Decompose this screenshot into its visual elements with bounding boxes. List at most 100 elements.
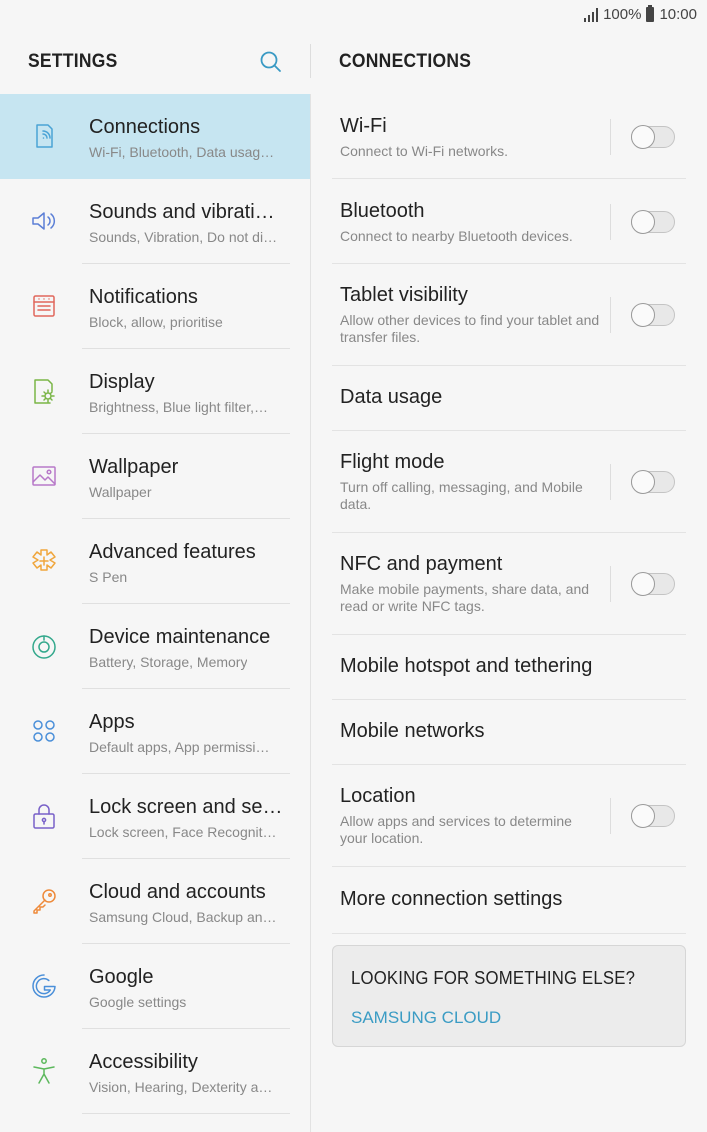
battery-icon [646, 5, 655, 22]
setting-title: Bluetooth [340, 200, 425, 222]
toggle-knob [631, 303, 655, 327]
setting-description: Connect to nearby Bluetooth devices. [340, 228, 573, 244]
connections-icon [36, 124, 53, 148]
bluetooth-toggle[interactable] [631, 210, 675, 234]
flight-mode-toggle[interactable] [631, 470, 675, 494]
sidebar-item-title: Google [89, 966, 154, 988]
settings-category-list: Connections Wi-Fi, Bluetooth, Data usag… S… [0, 94, 310, 1114]
sidebar-item-advanced-features[interactable]: Advanced features S Pen [0, 519, 310, 604]
setting-description: Allow apps and services to determine you… [340, 813, 572, 846]
setting-nfc-and-payment[interactable]: NFC and payment Make mobile payments, sha… [332, 533, 686, 635]
sidebar-item-lock-screen-and-se[interactable]: Lock screen and se… Lock screen, Face Rec… [0, 774, 310, 859]
sidebar-item-title: Wallpaper [89, 456, 179, 478]
setting-title: Flight mode [340, 451, 445, 473]
suggestion-card-title: LOOKING FOR SOMETHING ELSE? [351, 968, 636, 988]
advanced-features-icon [32, 549, 56, 571]
sidebar-item-sounds-and-vibrati[interactable]: Sounds and vibrati… Sounds, Vibration, Do… [0, 179, 310, 264]
clock: 10:00 [659, 6, 697, 23]
signal-icon [584, 7, 599, 22]
setting-title: Mobile hotspot and tethering [340, 655, 593, 677]
setting-mobile-hotspot-and-tethering[interactable]: Mobile hotspot and tethering [332, 635, 686, 700]
sidebar-item-subtitle: Vision, Hearing, Dexterity a… [89, 1079, 273, 1095]
wi-fi-toggle[interactable] [631, 125, 675, 149]
key-icon [33, 889, 56, 914]
sidebar-item-wallpaper[interactable]: Wallpaper Wallpaper [0, 434, 310, 519]
suggestion-card: LOOKING FOR SOMETHING ELSE? SAMSUNG CLOU… [332, 945, 686, 1047]
sidebar-item-title: Display [89, 371, 155, 393]
sidebar-item-subtitle: Block, allow, prioritise [89, 314, 223, 330]
battery-percent: 100% [603, 6, 642, 23]
setting-title: Data usage [340, 386, 443, 408]
samsung-cloud-link[interactable]: SAMSUNG CLOUD [351, 1008, 501, 1028]
sidebar-item-cloud-and-accounts[interactable]: Cloud and accounts Samsung Cloud, Backup … [0, 859, 310, 944]
setting-tablet-visibility[interactable]: Tablet visibility Allow other devices to … [332, 264, 686, 366]
settings-header: SETTINGS [0, 32, 310, 94]
sidebar-item-subtitle: Brightness, Blue light filter,… [89, 399, 268, 415]
status-indicators: 100% 10:00 [584, 5, 697, 23]
sidebar-item-notifications[interactable]: Notifications Block, allow, prioritise [0, 264, 310, 349]
setting-title: NFC and payment [340, 553, 503, 575]
setting-description: Allow other devices to find your tablet … [340, 312, 600, 345]
toggle-knob [631, 210, 655, 234]
sidebar-item-subtitle: Sounds, Vibration, Do not di… [89, 229, 278, 245]
sidebar-item-subtitle: Samsung Cloud, Backup an… [89, 909, 277, 925]
sidebar-item-connections[interactable]: Connections Wi-Fi, Bluetooth, Data usag… [0, 94, 310, 179]
setting-mobile-networks[interactable]: Mobile networks [332, 700, 686, 765]
setting-flight-mode[interactable]: Flight mode Turn off calling, messaging, … [332, 431, 686, 533]
sidebar-item-title: Lock screen and se… [89, 796, 283, 818]
sidebar-item-subtitle: Wi-Fi, Bluetooth, Data usag… [89, 144, 275, 160]
setting-more-connection-settings[interactable]: More connection settings [332, 867, 686, 934]
sidebar-item-google[interactable]: Google Google settings [0, 944, 310, 1029]
sidebar-item-title: Sounds and vibrati… [89, 201, 275, 223]
sidebar-item-title: Device maintenance [89, 626, 271, 648]
sidebar-item-subtitle: S Pen [89, 569, 128, 585]
settings-title: SETTINGS [28, 51, 118, 72]
sidebar-item-title: Accessibility [89, 1051, 198, 1073]
setting-title: Wi-Fi [340, 115, 387, 137]
google-icon [32, 974, 56, 998]
tablet-visibility-toggle[interactable] [631, 303, 675, 327]
nfc-and-payment-toggle[interactable] [631, 572, 675, 596]
setting-title: Mobile networks [340, 720, 485, 742]
sidebar-item-title: Connections [89, 116, 201, 138]
status-bar: 100% 10:00 [0, 0, 707, 32]
header-divider [310, 44, 311, 78]
setting-description: Connect to Wi-Fi networks. [340, 143, 509, 159]
setting-description: Make mobile payments, share data, and re… [340, 581, 590, 614]
speaker-icon [32, 212, 56, 230]
sidebar-item-title: Advanced features [89, 541, 256, 563]
toggle-knob [631, 804, 655, 828]
sidebar-item-subtitle: Wallpaper [89, 484, 152, 500]
setting-description: Turn off calling, messaging, and Mobile … [340, 479, 583, 512]
setting-wi-fi[interactable]: Wi-Fi Connect to Wi-Fi networks. [332, 94, 686, 179]
connections-title: CONNECTIONS [339, 51, 472, 72]
setting-title: Location [340, 785, 416, 807]
setting-title: More connection settings [340, 888, 563, 910]
toggle-divider [610, 566, 611, 602]
setting-bluetooth[interactable]: Bluetooth Connect to nearby Bluetooth dev… [332, 179, 686, 264]
toggle-knob [631, 470, 655, 494]
lock-icon [33, 804, 55, 829]
sidebar-item-subtitle: Lock screen, Face Recognit… [89, 824, 277, 840]
connections-settings-list: Wi-Fi Connect to Wi-Fi networks. Bluetooth… [332, 94, 686, 934]
notifications-icon [33, 295, 55, 317]
sidebar-item-display[interactable]: Display Brightness, Blue light filter,… [0, 349, 310, 434]
toggle-divider [610, 798, 611, 834]
apps-icon [33, 720, 55, 742]
toggle-divider [610, 204, 611, 240]
sidebar-item-subtitle: Battery, Storage, Memory [89, 654, 248, 670]
sidebar-item-device-maintenance[interactable]: Device maintenance Battery, Storage, Memo… [0, 604, 310, 689]
sidebar-item-apps[interactable]: Apps Default apps, App permissi… [0, 689, 310, 774]
sidebar-item-subtitle: Default apps, App permissi… [89, 739, 270, 755]
location-toggle[interactable] [631, 804, 675, 828]
wallpaper-icon [32, 466, 56, 486]
toggle-divider [610, 297, 611, 333]
setting-title: Tablet visibility [340, 284, 468, 306]
list-divider [82, 1113, 290, 1114]
sidebar-item-title: Notifications [89, 286, 198, 308]
sidebar-item-title: Apps [89, 711, 135, 733]
setting-location[interactable]: Location Allow apps and services to deter… [332, 765, 686, 867]
sidebar-item-accessibility[interactable]: Accessibility Vision, Hearing, Dexterity … [0, 1029, 310, 1114]
search-icon[interactable] [258, 49, 284, 75]
setting-data-usage[interactable]: Data usage [332, 366, 686, 431]
